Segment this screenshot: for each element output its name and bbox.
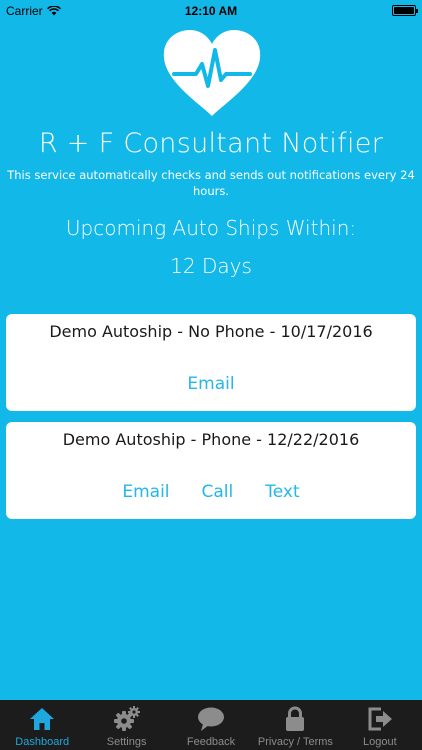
tab-label: Feedback (186, 736, 236, 748)
tab-feedback[interactable]: Feedback (169, 700, 253, 750)
tab-bar: Dashboard Settings Feedback Privacy / Te… (0, 700, 422, 750)
app-title: R + F Consultant Notifier (38, 128, 384, 159)
status-time: 12:10 AM (184, 4, 238, 18)
home-icon (30, 708, 55, 730)
autoship-card: Demo Autoship - Phone - 12/22/2016 Email… (6, 422, 416, 519)
autoship-actions: Email Call Text (6, 482, 416, 502)
call-button[interactable]: Call (202, 482, 234, 502)
tab-settings[interactable]: Settings (84, 700, 168, 750)
tab-label: Settings (106, 736, 147, 748)
gear-icon (113, 706, 140, 731)
service-description: This service automatically checks and se… (0, 167, 422, 199)
autoship-card: Demo Autoship - No Phone - 10/17/2016 Em… (6, 314, 416, 411)
days-label: 12 Days (170, 254, 252, 278)
autoship-title: Demo Autoship - Phone - 12/22/2016 (62, 430, 360, 449)
lock-icon (286, 706, 305, 731)
email-button[interactable]: Email (122, 482, 169, 502)
autoship-actions: Email (6, 374, 416, 394)
logout-icon (368, 707, 392, 731)
autoship-title: Demo Autoship - No Phone - 10/17/2016 (49, 322, 373, 341)
text-button[interactable]: Text (265, 482, 299, 502)
tab-dashboard[interactable]: Dashboard (0, 700, 84, 750)
heart-pulse-logo-icon (163, 30, 261, 116)
tab-label: Privacy / Terms (257, 736, 333, 748)
service-description-line-1: This service automatically checks and se… (7, 168, 415, 182)
tab-logout[interactable]: Logout (338, 700, 422, 750)
chat-bubble-icon (198, 707, 225, 731)
service-description-line-2: hours. (193, 184, 229, 198)
tab-privacy-terms[interactable]: Privacy / Terms (253, 700, 337, 750)
tab-label: Logout (363, 736, 397, 748)
email-button[interactable]: Email (187, 374, 234, 394)
tab-label: Dashboard (15, 736, 70, 748)
upcoming-label: Upcoming Auto Ships Within: (65, 216, 357, 240)
status-bar: Carrier 12:10 AM (0, 0, 422, 22)
battery-icon (392, 5, 418, 16)
